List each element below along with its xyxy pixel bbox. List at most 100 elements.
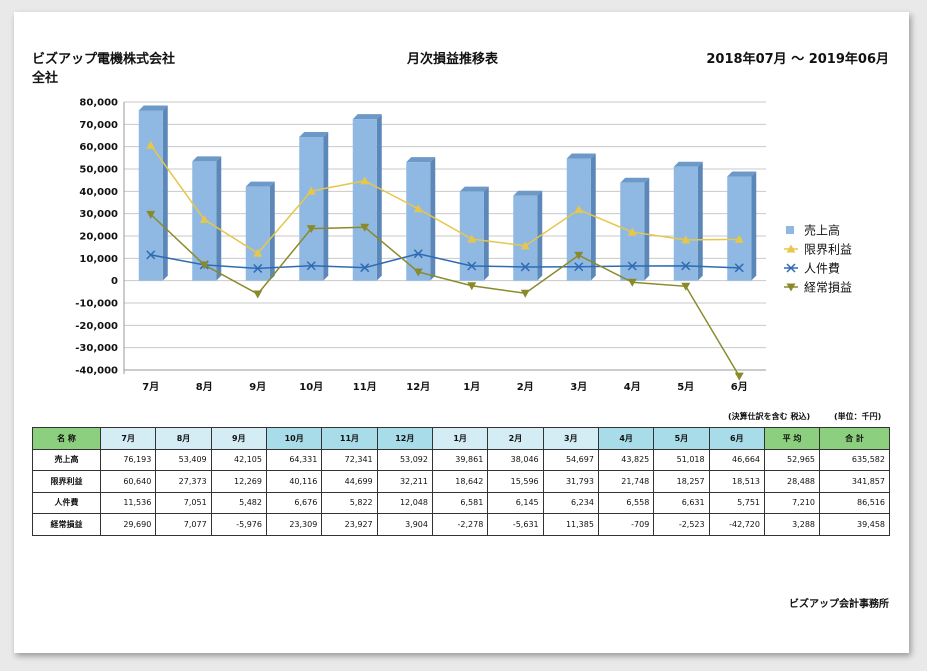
x-tick-label: 11月 bbox=[353, 381, 377, 393]
table-cell: 39,458 bbox=[819, 513, 890, 536]
bar-top bbox=[459, 186, 489, 192]
table-cell: 6,676 bbox=[265, 491, 323, 514]
data-point bbox=[520, 289, 530, 298]
legend-marker bbox=[786, 226, 794, 234]
table-cell: 18,513 bbox=[708, 470, 766, 493]
bar bbox=[245, 186, 270, 281]
y-tick-label: 10,000 bbox=[79, 254, 118, 265]
bar-top bbox=[138, 105, 168, 111]
y-tick-label: 0 bbox=[111, 276, 118, 287]
table-cell: 7,077 bbox=[155, 513, 212, 536]
table-row: 人件費 11,536 7,051 5,482 6,676 5,822 12,048 6,581… bbox=[32, 491, 890, 514]
table-cell: 12,269 bbox=[210, 470, 267, 493]
table-cell: 5,822 bbox=[321, 491, 378, 514]
table-cell: 52,965 bbox=[764, 448, 820, 471]
table-cell: 53,092 bbox=[376, 448, 433, 471]
column-header: 1月 bbox=[431, 427, 489, 450]
legend-label: 売上高 bbox=[804, 223, 840, 238]
table-cell: 6,558 bbox=[597, 491, 655, 514]
series-line bbox=[150, 213, 740, 377]
x-tick-label: 6月 bbox=[731, 381, 748, 393]
accounting-firm: ビズアップ会計事務所 bbox=[789, 599, 889, 610]
bar-side bbox=[697, 161, 703, 281]
unit-note: (単位：千円) bbox=[834, 412, 882, 421]
table-cell: 53,409 bbox=[155, 448, 212, 471]
y-tick-label: 20,000 bbox=[79, 232, 118, 243]
x-tick-label: 3月 bbox=[570, 381, 587, 393]
table-cell: -42,720 bbox=[708, 513, 766, 536]
bar-side bbox=[323, 131, 329, 281]
table-cell: 32,211 bbox=[376, 470, 433, 493]
bar-side bbox=[216, 156, 222, 281]
table-row: 限界利益 60,640 27,373 12,269 40,116 44,699 32,211… bbox=[32, 470, 890, 493]
bar-top bbox=[406, 157, 436, 163]
bar-side bbox=[430, 157, 436, 281]
bar-top bbox=[673, 161, 703, 167]
bar bbox=[299, 136, 324, 281]
table-cell: 3,288 bbox=[764, 513, 820, 536]
table-cell: 31,793 bbox=[542, 470, 599, 493]
column-header: 11月 bbox=[321, 427, 378, 450]
bar-side bbox=[376, 114, 382, 281]
column-header: 3月 bbox=[542, 427, 599, 450]
bar-side bbox=[751, 171, 757, 281]
table-cell: 38,046 bbox=[487, 448, 544, 471]
table-cell: 54,697 bbox=[542, 448, 599, 471]
table-cell: 18,257 bbox=[653, 470, 710, 493]
legend-label: 人件費 bbox=[804, 261, 840, 276]
table-cell: 51,018 bbox=[653, 448, 710, 471]
table-cell: 27,373 bbox=[155, 470, 212, 493]
table-cell: 46,664 bbox=[708, 448, 766, 471]
x-tick-label: 2月 bbox=[517, 381, 534, 393]
table-cell: 42,105 bbox=[210, 448, 267, 471]
y-tick-label: 60,000 bbox=[79, 142, 118, 153]
table-cell: 6,145 bbox=[487, 491, 544, 514]
table-cell: 21,748 bbox=[597, 470, 655, 493]
table-cell: 6,581 bbox=[431, 491, 489, 514]
x-tick-label: 12月 bbox=[406, 381, 430, 393]
table-header-row: 名 称 7月 8月 9月 10月 11月 12月 1月 2月 3月 4月 5月 6月平 均合 計 bbox=[32, 427, 890, 450]
monthly-data-table: 名 称 7月 8月 9月 10月 11月 12月 1月 2月 3月 4月 5月 6月平 均合 計 売上高… bbox=[32, 427, 890, 536]
report-page: ビズアップ電機株式会社 全社 月次損益推移表 2018年07月 〜 2019年0… bbox=[14, 12, 909, 653]
series-line bbox=[150, 252, 740, 270]
y-tick-label: 40,000 bbox=[79, 187, 118, 198]
table-cell: 7,051 bbox=[155, 491, 212, 514]
y-tick-label: -20,000 bbox=[75, 321, 118, 332]
row-label: 人件費 bbox=[32, 491, 101, 514]
bar-top bbox=[352, 114, 382, 120]
table-cell: 28,488 bbox=[764, 470, 820, 493]
data-point bbox=[253, 290, 263, 299]
x-tick-label: 10月 bbox=[299, 381, 323, 393]
bar-top bbox=[513, 190, 543, 196]
table-cell: 3,904 bbox=[376, 513, 433, 536]
table-cell: 64,331 bbox=[265, 448, 323, 471]
bar-side bbox=[269, 181, 275, 281]
table-cell: 6,631 bbox=[653, 491, 710, 514]
table-cell: 39,861 bbox=[431, 448, 489, 471]
bar-side bbox=[162, 105, 168, 281]
x-tick-label: 8月 bbox=[196, 381, 213, 393]
row-label: 売上高 bbox=[32, 448, 101, 471]
x-tick-label: 1月 bbox=[463, 381, 480, 393]
column-header: 8月 bbox=[155, 427, 212, 450]
table-cell: 635,582 bbox=[819, 448, 890, 471]
row-label: 経常損益 bbox=[32, 513, 101, 536]
column-header: 10月 bbox=[265, 427, 323, 450]
column-header: 5月 bbox=[653, 427, 710, 450]
table-row: 経常損益 29,690 7,077 -5,976 23,309 23,927 3,904 -2… bbox=[32, 513, 890, 536]
table-cell: 11,536 bbox=[99, 491, 157, 514]
table-cell: 60,640 bbox=[99, 470, 157, 493]
table-cell: 44,699 bbox=[321, 470, 378, 493]
column-header: 2月 bbox=[487, 427, 544, 450]
column-header: 6月 bbox=[708, 427, 766, 450]
y-tick-label: 70,000 bbox=[79, 120, 118, 131]
table-cell: 11,385 bbox=[542, 513, 599, 536]
table-cell: 40,116 bbox=[265, 470, 323, 493]
bar bbox=[406, 162, 431, 281]
x-tick-label: 4月 bbox=[624, 381, 641, 393]
table-cell: 6,234 bbox=[542, 491, 599, 514]
table-cell: 5,482 bbox=[210, 491, 267, 514]
column-header: 合 計 bbox=[819, 427, 890, 450]
tax-note: (決算仕訳を含む 税込) bbox=[728, 412, 811, 421]
column-header: 7月 bbox=[99, 427, 157, 450]
